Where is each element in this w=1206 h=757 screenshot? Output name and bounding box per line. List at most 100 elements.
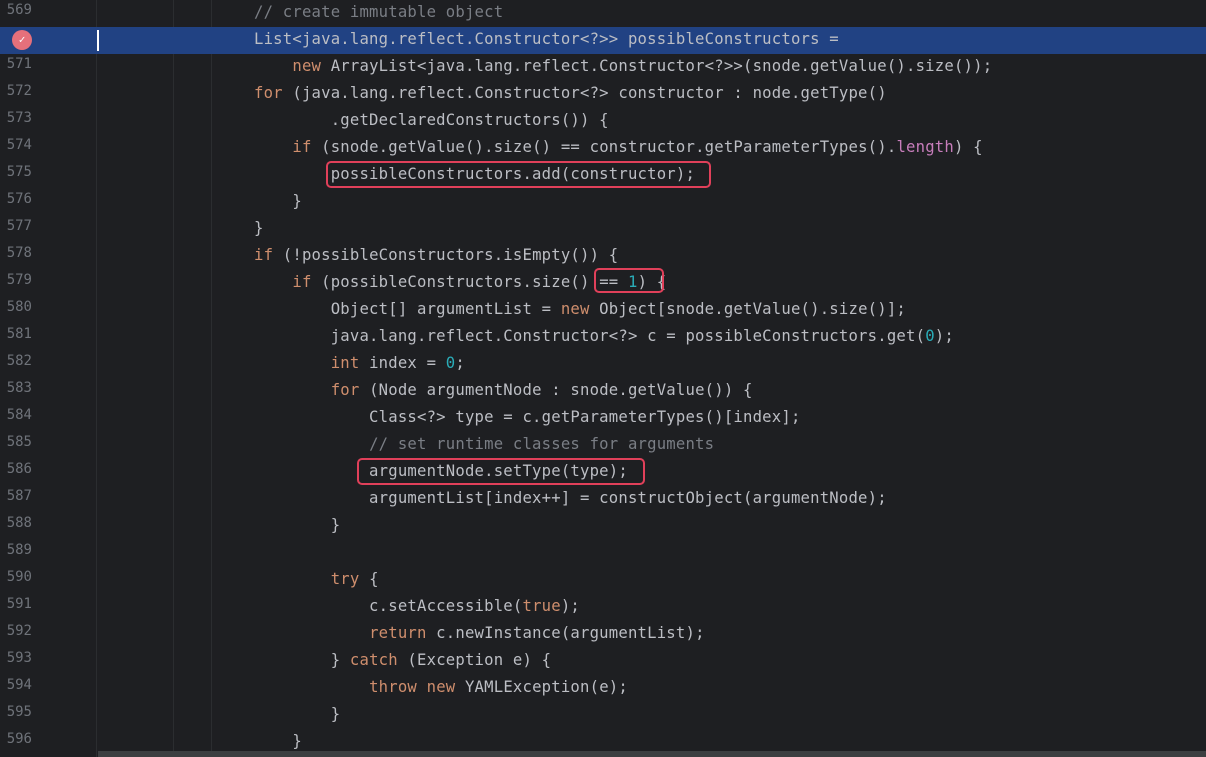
code-text[interactable]: Object[] argumentList = new Object[snode… — [254, 300, 906, 318]
code-line[interactable]: 585 // set runtime classes for arguments — [0, 432, 1206, 459]
code-line[interactable]: ✓ List<java.lang.reflect.Constructor<?>> … — [0, 27, 1206, 54]
line-number[interactable]: 573 — [0, 110, 32, 126]
code-token: } — [254, 651, 350, 669]
keyword-token: for — [254, 84, 283, 102]
code-line[interactable]: 591 c.setAccessible(true); — [0, 594, 1206, 621]
code-text[interactable]: } — [254, 516, 340, 534]
code-line[interactable]: 584 Class<?> type = c.getParameterTypes(… — [0, 405, 1206, 432]
line-number[interactable]: 587 — [0, 488, 32, 504]
line-number[interactable]: 596 — [0, 731, 32, 747]
code-line[interactable]: 569 // create immutable object — [0, 0, 1206, 27]
code-text[interactable]: new ArrayList<java.lang.reflect.Construc… — [254, 57, 992, 75]
field-token: length — [896, 138, 954, 156]
code-text[interactable]: if (!possibleConstructors.isEmpty()) { — [254, 246, 618, 264]
code-text[interactable]: for (Node argumentNode : snode.getValue(… — [254, 381, 753, 399]
code-line[interactable]: 594 throw new YAMLException(e); — [0, 675, 1206, 702]
code-line[interactable]: 582 int index = 0; — [0, 351, 1206, 378]
code-text[interactable]: Class<?> type = c.getParameterTypes()[in… — [254, 408, 801, 426]
line-number[interactable]: 569 — [0, 2, 32, 18]
line-number[interactable]: 594 — [0, 677, 32, 693]
code-text[interactable]: } — [254, 219, 264, 237]
code-token: } — [254, 732, 302, 750]
code-line[interactable]: 587 argumentList[index++] = constructObj… — [0, 486, 1206, 513]
keyword-token: if — [254, 246, 274, 264]
code-text[interactable]: } — [254, 192, 302, 210]
code-text[interactable]: } catch (Exception e) { — [254, 651, 551, 669]
line-number[interactable]: 583 — [0, 380, 32, 396]
code-line[interactable]: 572 for (java.lang.reflect.Constructor<?>… — [0, 81, 1206, 108]
code-editor[interactable]: 569 // create immutable object ✓ List<java.… — [0, 0, 1206, 757]
keyword-token: int — [330, 354, 360, 372]
code-token: List<java.lang.reflect.Constructor<?>> p… — [254, 30, 839, 48]
keyword-token: new — [426, 678, 456, 696]
code-line[interactable]: 578 if (!possibleConstructors.isEmpty()) … — [0, 243, 1206, 270]
line-number[interactable]: 589 — [0, 542, 32, 558]
line-number[interactable]: 593 — [0, 650, 32, 666]
code-text[interactable]: .getDeclaredConstructors()) { — [254, 111, 609, 129]
code-token: } — [254, 192, 302, 210]
line-number[interactable]: 591 — [0, 596, 32, 612]
code-token: (possibleConstructors.size() == — [311, 273, 628, 291]
line-number[interactable]: 577 — [0, 218, 32, 234]
code-line[interactable]: 589 — [0, 540, 1206, 567]
code-token: } — [254, 219, 264, 237]
code-text[interactable]: } — [254, 705, 340, 723]
line-number[interactable]: 575 — [0, 164, 32, 180]
code-text[interactable]: // set runtime classes for arguments — [254, 435, 714, 453]
code-line[interactable]: 595 } — [0, 702, 1206, 729]
keyword-token: if — [292, 138, 312, 156]
line-number[interactable]: 581 — [0, 326, 32, 342]
code-text[interactable]: // create immutable object — [254, 3, 503, 21]
line-number[interactable]: 582 — [0, 353, 32, 369]
code-text[interactable]: int index = 0; — [254, 354, 465, 372]
code-text[interactable]: argumentList[index++] = constructObject(… — [254, 489, 887, 507]
code-line[interactable]: 592 return c.newInstance(argumentList); — [0, 621, 1206, 648]
code-text[interactable]: try { — [254, 570, 379, 588]
code-text[interactable]: List<java.lang.reflect.Constructor<?>> p… — [254, 30, 839, 48]
code-token: java.lang.reflect.Constructor<?> c = pos… — [254, 327, 926, 345]
breakpoint-icon[interactable]: ✓ — [12, 30, 32, 50]
line-number[interactable]: 590 — [0, 569, 32, 585]
line-number[interactable]: 576 — [0, 191, 32, 207]
horizontal-scrollbar[interactable] — [98, 751, 1206, 757]
code-text[interactable]: } — [254, 732, 302, 750]
code-line[interactable]: 574 if (snode.getValue().size() == const… — [0, 135, 1206, 162]
code-token: (snode.getValue().size() == constructor.… — [311, 138, 897, 156]
line-number[interactable]: 592 — [0, 623, 32, 639]
code-line[interactable]: 576 } — [0, 189, 1206, 216]
line-number[interactable]: 571 — [0, 56, 32, 72]
line-number[interactable]: 579 — [0, 272, 32, 288]
line-number[interactable]: 584 — [0, 407, 32, 423]
code-line[interactable]: 590 try { — [0, 567, 1206, 594]
code-line[interactable]: 583 for (Node argumentNode : snode.getVa… — [0, 378, 1206, 405]
code-text[interactable]: c.setAccessible(true); — [254, 597, 580, 615]
code-token: } — [254, 516, 341, 534]
line-number[interactable]: 588 — [0, 515, 32, 531]
line-number[interactable]: 580 — [0, 299, 32, 315]
code-text[interactable]: for (java.lang.reflect.Constructor<?> co… — [254, 84, 887, 102]
code-token: .getDeclaredConstructors()) { — [254, 111, 609, 129]
line-number[interactable]: 585 — [0, 434, 32, 450]
code-line[interactable]: 588 } — [0, 513, 1206, 540]
code-line[interactable]: 593 } catch (Exception e) { — [0, 648, 1206, 675]
line-number[interactable]: 572 — [0, 83, 32, 99]
code-text[interactable]: throw new YAMLException(e); — [254, 678, 628, 696]
code-line[interactable]: 577} — [0, 216, 1206, 243]
code-token: ; — [455, 354, 465, 372]
line-number[interactable]: 595 — [0, 704, 32, 720]
code-text[interactable]: if (snode.getValue().size() == construct… — [254, 138, 983, 156]
code-line[interactable]: 573 .getDeclaredConstructors()) { — [0, 108, 1206, 135]
code-line[interactable]: 581 java.lang.reflect.Constructor<?> c =… — [0, 324, 1206, 351]
code-line[interactable]: 571 new ArrayList<java.lang.reflect.Cons… — [0, 54, 1206, 81]
line-number[interactable]: 586 — [0, 461, 32, 477]
line-number[interactable]: 578 — [0, 245, 32, 261]
code-text[interactable]: return c.newInstance(argumentList); — [254, 624, 705, 642]
line-number[interactable]: 574 — [0, 137, 32, 153]
code-text[interactable]: java.lang.reflect.Constructor<?> c = pos… — [254, 327, 954, 345]
code-line[interactable]: 580 Object[] argumentList = new Object[s… — [0, 297, 1206, 324]
